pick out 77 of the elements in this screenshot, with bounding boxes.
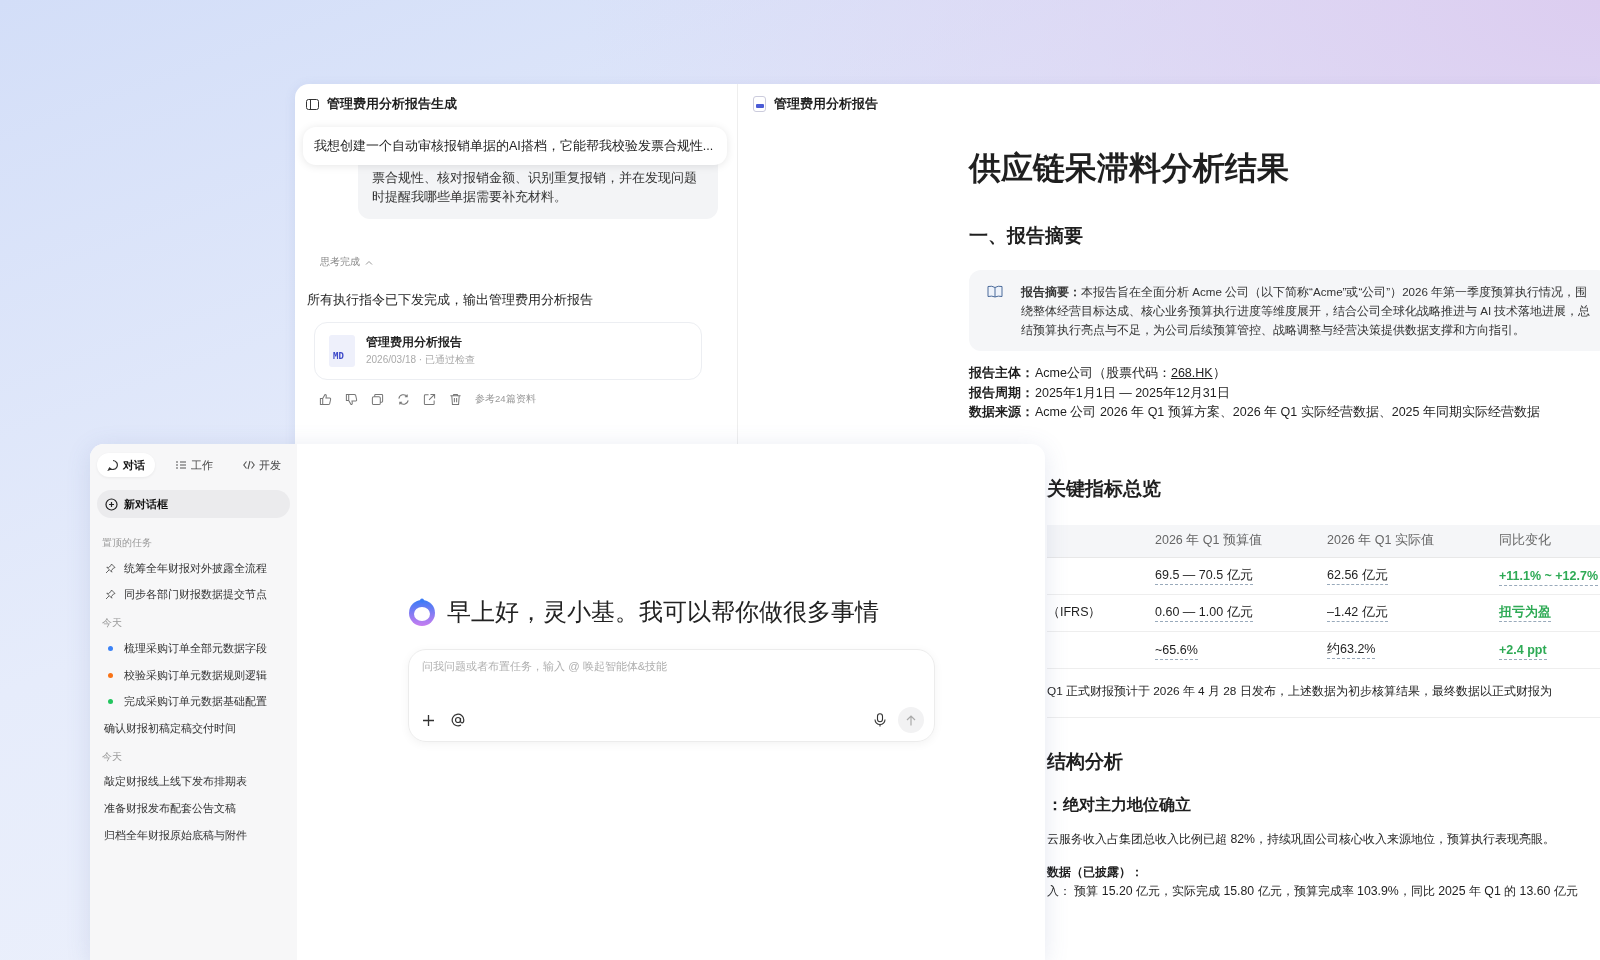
data-label: 数据（已披露）： — [1047, 863, 1144, 881]
table-cell: –1.42 亿元 — [1327, 605, 1388, 622]
message-input[interactable]: 问我问题或者布置任务，输入 @ 唤起智能体&技能 — [422, 659, 924, 699]
task-item[interactable]: 统筹全年财报对外披露全流程 — [97, 555, 290, 582]
table-cell: 69.5 — 70.5 亿元 — [1155, 568, 1253, 585]
data-line: 入： 预算 15.20 亿元，实际完成 15.80 亿元，预算完成率 103.9%，同比 2025 年 Q1 的 13.60 亿元 — [1047, 882, 1579, 900]
plus-circle-icon — [105, 497, 118, 511]
meta-label: 报告主体： — [969, 364, 1035, 382]
table-note: Q1 正式财报预计于 2026 年 4 月 28 日发布，上述数据为初步核算结果，最终数据以正式财报为 — [1047, 683, 1552, 698]
code-icon — [243, 459, 255, 471]
trash-icon[interactable] — [449, 393, 462, 406]
meta-label: 报告周期： — [969, 384, 1035, 402]
sidebar-tab[interactable]: 工作 — [165, 453, 223, 477]
meta-value: Acme公司（股票代码：268.HK） — [1035, 365, 1226, 382]
task-item[interactable]: 同步各部门财报数据提交节点 — [97, 581, 290, 609]
task-item[interactable]: 敲定财报线上线下发布排期表 — [97, 768, 290, 796]
report-title: 供应链呆滞料分析结果 — [969, 149, 1290, 188]
task-item[interactable]: 归档全年财报原始底稿与附件 — [97, 821, 290, 849]
arrow-up-icon — [906, 714, 916, 726]
reply-text: 所有执行指令已下发完成，输出管理费用分析报告 — [307, 291, 594, 309]
list-icon — [175, 459, 187, 471]
column-header: 同比变化 — [1499, 533, 1551, 547]
copy-icon[interactable] — [371, 393, 384, 406]
message-composer[interactable]: 问我问题或者布置任务，输入 @ 唤起智能体&技能 — [408, 649, 935, 742]
sidebar-toggle-icon[interactable] — [306, 98, 319, 110]
assistant-avatar — [408, 598, 436, 626]
pin-icon — [105, 589, 116, 601]
task-item[interactable]: 校验采购订单元数据规则逻辑 — [97, 661, 290, 689]
table-cell: ~65.6% — [1155, 642, 1198, 660]
refresh-icon[interactable] — [397, 393, 410, 406]
greeting: 早上好，灵小基。我可以帮你做很多事情 — [447, 598, 879, 627]
summary-text: 报告摘要：本报告旨在全面分析 Acme 公司（以下简称“Acme”或“公司”）2026 年第一季度预算执行情况，围绕整体经营目标达成、核心业务预算执行进度等维度展开，结合公司全球化战略推进与 AI 技术落地进展，总结预算执行亮点与不足，为公司后续预算管控、战略调整与经营决策提供数据支撑和方向指引。 — [1021, 284, 1592, 338]
md-file-icon: MD — [329, 335, 355, 367]
table-cell: 0.60 — 1.00 亿元 — [1155, 605, 1253, 622]
table-cell: （IFRS） — [1047, 605, 1102, 619]
task-item[interactable]: 确认财报初稿定稿交付时间 — [97, 714, 290, 742]
table-cell: 62.56 亿元 — [1327, 568, 1388, 585]
meta-value: Acme 公司 2026 年 Q1 预算方案、2026 年 Q1 实际经营数据、2025 年同期实际经营数据 — [1035, 404, 1540, 421]
paragraph: 云服务收入占集团总收入比例已超 82%，持续巩固公司核心收入来源地位，预算执行表现亮眼。 — [1047, 830, 1557, 848]
microphone-icon[interactable] — [874, 713, 886, 727]
stock-code-link[interactable]: 268.HK — [1170, 366, 1213, 380]
share-icon[interactable] — [423, 393, 436, 406]
chat-title: 管理费用分析报告生成 — [327, 95, 457, 113]
at-sign-icon[interactable] — [451, 713, 465, 727]
file-meta: 2026/03/18 · 已通过检查 — [366, 353, 475, 367]
change-cell: +2.4 ppt — [1499, 642, 1547, 660]
file-title: 管理费用分析报告 — [366, 335, 463, 350]
section-heading: 关键指标总览 — [1047, 476, 1162, 501]
task-item[interactable]: 准备财报发布配套公告文稿 — [97, 795, 290, 822]
md-file-icon — [753, 96, 766, 112]
thinking-label[interactable]: 思考完成 — [320, 255, 360, 269]
sidebar-tab[interactable]: 对话 — [97, 453, 155, 477]
section-heading: 结构分析 — [1047, 749, 1124, 774]
document-title: 管理费用分析报告 — [774, 95, 878, 113]
pinned-prompt: 我想创建一个自动审核报销单据的AI搭档，它能帮我校验发票合规性... — [303, 127, 727, 165]
meta-label: 数据来源： — [969, 404, 1035, 421]
change-cell: 扭亏为盈 — [1499, 605, 1551, 622]
section-heading: 一、报告摘要 — [969, 224, 1084, 248]
new-chat-button[interactable]: 新对话框 — [97, 490, 290, 518]
task-item[interactable]: 完成采购订单元数据基础配置 — [97, 688, 290, 715]
section-label: 置顶的任务 — [102, 536, 153, 550]
thumbs-down-icon[interactable] — [345, 393, 358, 406]
subsection-heading: ：绝对主力地位确立 — [1047, 794, 1192, 815]
meta-value: 2025年1月1日 — 2025年12月31日 — [1035, 384, 1230, 402]
book-icon — [987, 285, 1003, 298]
add-icon[interactable] — [422, 713, 435, 727]
file-card[interactable]: MD 管理费用分析报告 2026/03/18 · 已通过检查 — [314, 322, 702, 380]
change-cell: +11.1% ~ +12.7% — [1499, 568, 1599, 586]
task-item[interactable]: 梳理采购订单全部元数据字段 — [97, 635, 290, 662]
section-label: 今天 — [102, 749, 123, 764]
thumbs-up-icon[interactable] — [319, 393, 332, 406]
section-label: 今天 — [102, 616, 123, 631]
column-header: 2026 年 Q1 预算值 — [1155, 533, 1262, 547]
pin-icon — [105, 562, 116, 574]
table-cell: 约63.2% — [1327, 642, 1376, 659]
sidebar-tab[interactable]: 开发 — [233, 453, 291, 477]
column-header: 2026 年 Q1 实际值 — [1327, 533, 1434, 547]
